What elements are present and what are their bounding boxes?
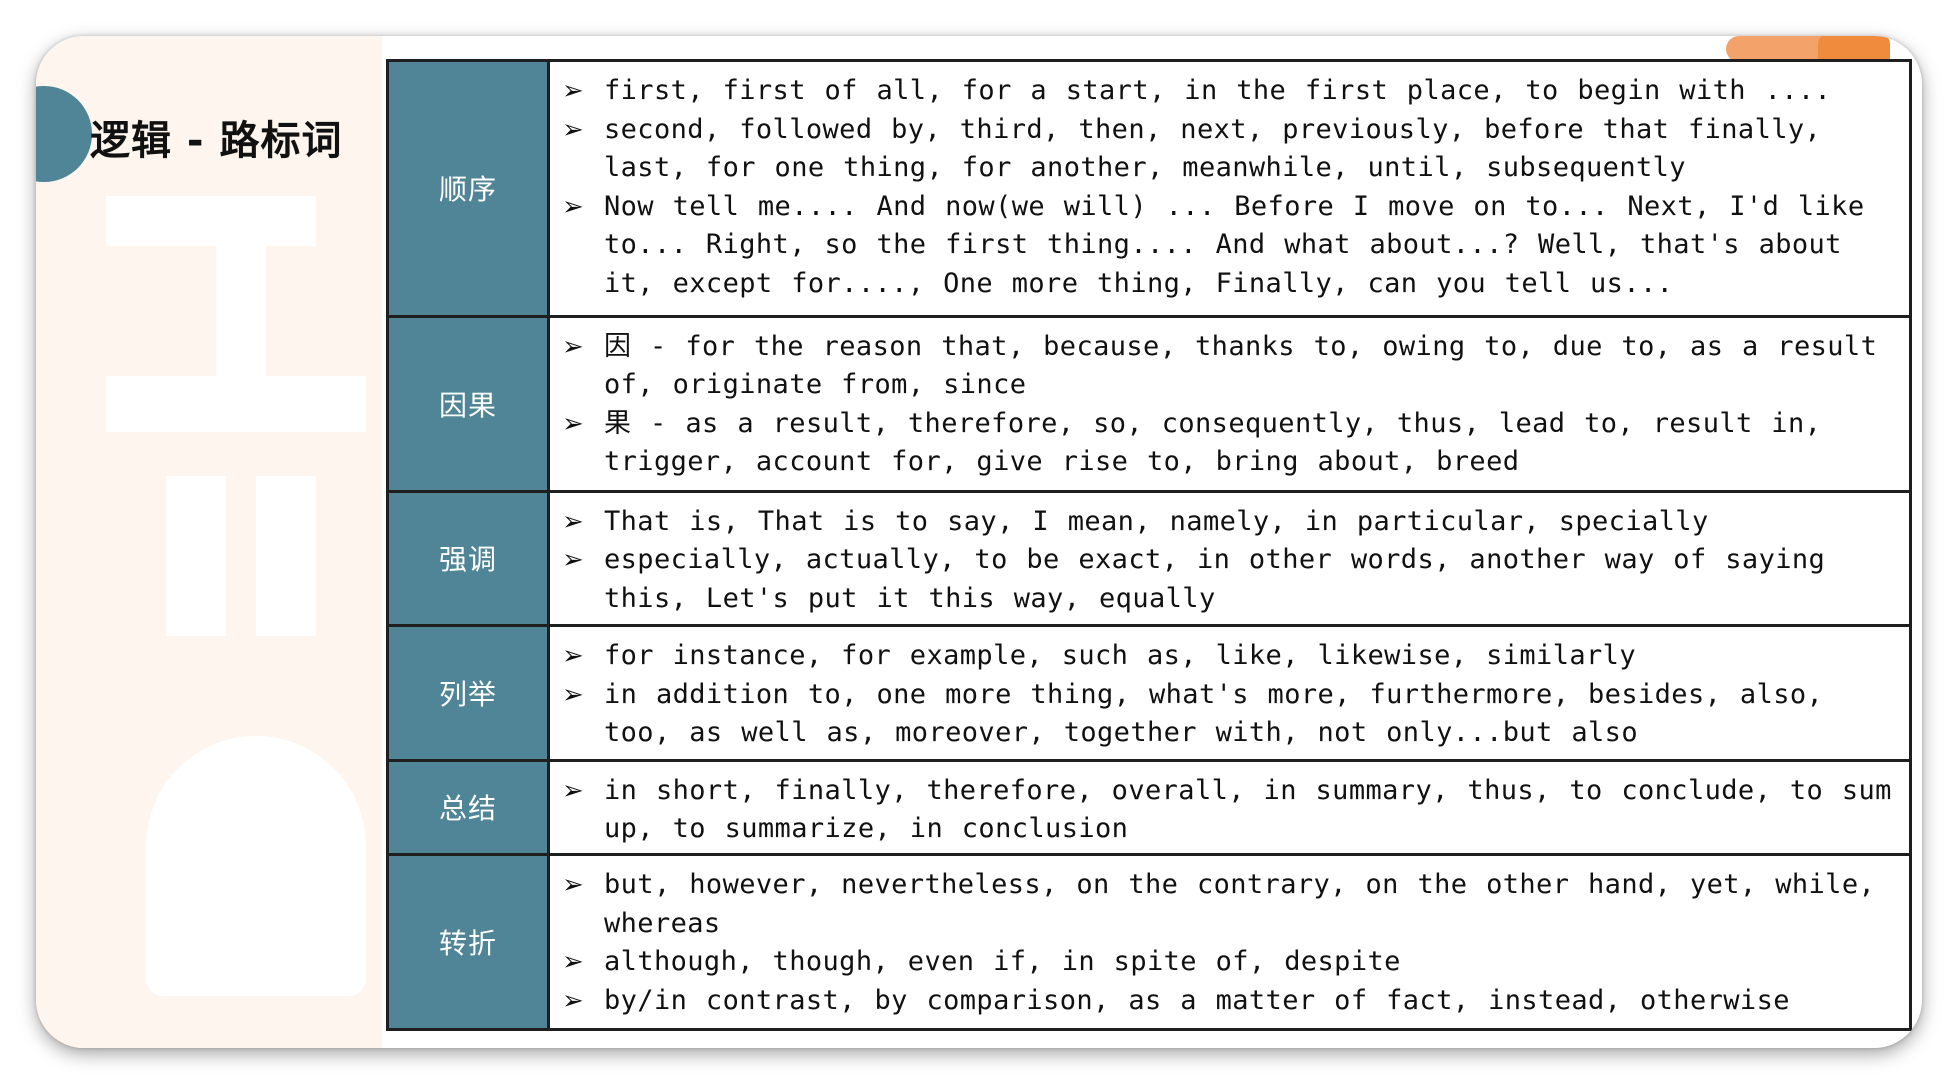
item-text: second, followed by, third, then, next, …: [604, 113, 1822, 184]
item-text: in short, finally, therefore, overall, i…: [604, 774, 1892, 845]
content-cell: ➢ but, however, nevertheless, on the cont…: [547, 853, 1912, 1031]
content-cell: ➢ in short, finally, therefore, overall, …: [547, 758, 1912, 857]
category-cell: 强调: [386, 489, 550, 628]
category-cell: 转折: [386, 853, 550, 1031]
content-cell: ➢ 因 - for the reason that, because, thank…: [547, 314, 1912, 493]
category-cell: 顺序: [386, 59, 550, 318]
table-row: 顺序 ➢ first, first of all, for a start, in…: [386, 59, 1912, 318]
category-label: 总结: [438, 792, 497, 826]
title-circle-decoration: [36, 86, 92, 182]
item-text: Now tell me.... And now(we will) ... Bef…: [604, 190, 1865, 299]
left-panel: 逻辑 - 路标词: [36, 36, 382, 1048]
item-text: first, first of all, for a start, in the…: [604, 75, 1832, 106]
item-text: although, though, even if, in spite of, …: [604, 946, 1401, 978]
content-cell: ➢ first, first of all, for a start, in th…: [547, 59, 1912, 318]
content-cell: ➢ for instance, for example, such as, lik…: [547, 624, 1912, 762]
list-item: ➢ second, followed by, third, then, next,…: [562, 111, 1901, 188]
arrow-bullet-icon: ➢: [562, 76, 584, 106]
arrow-bullet-icon: ➢: [562, 331, 584, 362]
item-text: but, however, nevertheless, on the contr…: [604, 869, 1876, 939]
arrow-bullet-icon: ➢: [562, 641, 584, 672]
arrow-bullet-icon: ➢: [562, 985, 584, 1016]
item-text: for instance, for example, such as, like…: [604, 640, 1636, 672]
table-row: 列举 ➢ for instance, for example, such as, …: [386, 624, 1912, 762]
list-item: ➢ in addition to, one more thing, what's …: [562, 676, 1901, 753]
slide: 逻辑 - 路标词 顺序 ➢ first, first of all, for a …: [36, 36, 1922, 1048]
list-item: ➢ although, though, even if, in spite of,…: [562, 943, 1901, 982]
table-row: 因果 ➢ 因 - for the reason that, because, th…: [386, 314, 1912, 493]
category-cell: 因果: [386, 314, 550, 493]
list-item: ➢ but, however, nevertheless, on the cont…: [562, 866, 1901, 943]
item-text: by/in contrast, by comparison, as a matt…: [604, 984, 1790, 1016]
table-row: 转折 ➢ but, however, nevertheless, on the c…: [386, 853, 1912, 1031]
arrow-bullet-icon: ➢: [562, 775, 584, 806]
arrow-bullet-icon: ➢: [562, 191, 584, 222]
item-text: 因 - for the reason that, because, thanks…: [604, 330, 1878, 401]
list-item: ➢ Now tell me.... And now(we will) ... Be…: [562, 188, 1901, 304]
category-label: 列举: [438, 677, 497, 711]
item-text: in addition to, one more thing, what's m…: [604, 678, 1824, 749]
signpost-words-table: 顺序 ➢ first, first of all, for a start, in…: [386, 59, 1912, 1031]
table-row: 总结 ➢ in short, finally, therefore, overal…: [386, 758, 1912, 857]
arrow-bullet-icon: ➢: [562, 114, 584, 145]
category-cell: 列举: [386, 624, 550, 762]
list-item: ➢ 果 - as a result, therefore, so, consequ…: [562, 405, 1901, 482]
list-item: ➢ first, first of all, for a start, in th…: [562, 72, 1901, 111]
list-item: ➢ in short, finally, therefore, overall, …: [562, 772, 1901, 849]
list-item: ➢ especially, actually, to be exact, in o…: [562, 541, 1901, 618]
arrow-bullet-icon: ➢: [562, 545, 584, 576]
slide-title: 逻辑 - 路标词: [90, 118, 343, 164]
category-label: 因果: [438, 388, 497, 422]
item-text: especially, actually, to be exact, in ot…: [604, 544, 1826, 614]
list-item: ➢ That is, That is to say, I mean, namely…: [562, 503, 1901, 542]
category-label: 转折: [438, 927, 497, 960]
arrow-bullet-icon: ➢: [562, 408, 584, 439]
arrow-bullet-icon: ➢: [562, 947, 584, 978]
list-item: ➢ 因 - for the reason that, because, thank…: [562, 328, 1901, 405]
list-item: ➢ by/in contrast, by comparison, as a mat…: [562, 982, 1901, 1021]
category-cell: 总结: [386, 758, 550, 857]
arrow-bullet-icon: ➢: [562, 870, 584, 901]
item-text: 果 - as a result, therefore, so, conseque…: [604, 407, 1822, 478]
category-label: 强调: [438, 543, 497, 577]
arrow-bullet-icon: ➢: [562, 506, 584, 537]
arrow-bullet-icon: ➢: [562, 679, 584, 710]
category-label: 顺序: [438, 173, 497, 207]
list-item: ➢ for instance, for example, such as, lik…: [562, 637, 1901, 676]
background-watermark: [106, 176, 366, 1048]
content-cell: ➢ That is, That is to say, I mean, namely…: [547, 489, 1912, 628]
item-text: That is, That is to say, I mean, namely,…: [604, 505, 1709, 537]
table-row: 强调 ➢ That is, That is to say, I mean, nam…: [386, 489, 1912, 628]
